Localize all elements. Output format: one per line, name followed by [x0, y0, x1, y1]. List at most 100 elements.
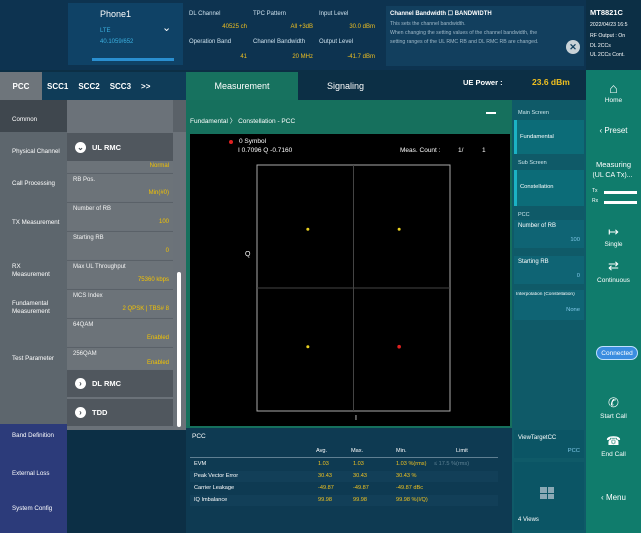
- rb-pos-row[interactable]: RB Pos. Min(#0): [67, 173, 173, 201]
- row-max: 1.03: [353, 461, 364, 467]
- menu-label: Menu: [605, 493, 626, 502]
- sub-screen-label: Sub Screen: [518, 160, 547, 166]
- sub-screen-button[interactable]: Constellation: [514, 170, 584, 206]
- meas-count-label: Meas. Count :: [400, 147, 441, 154]
- i-axis-label: I: [355, 415, 357, 422]
- nav-external-loss[interactable]: External Loss: [0, 470, 58, 478]
- qam256-row[interactable]: 256QAM Enabled: [67, 347, 173, 369]
- symbol-label: 0 Symbol: [239, 138, 267, 145]
- single-icon[interactable]: ↦: [586, 224, 641, 240]
- close-icon[interactable]: ✕: [566, 40, 580, 54]
- rb-pos-value: Min(#0): [148, 190, 169, 196]
- qam64-value: Enabled: [146, 335, 169, 341]
- minimize-icon[interactable]: [486, 112, 496, 114]
- main-screen-label: Main Screen: [518, 110, 549, 116]
- right-start-rb[interactable]: Starting RB 0: [514, 256, 584, 284]
- measuring-status: Measuring: [595, 160, 632, 169]
- nav-fundamental-measurement[interactable]: Fundamental Measurement: [0, 300, 60, 316]
- view-target-cc[interactable]: ViewTargetCC PCC: [514, 430, 584, 458]
- tab-signaling[interactable]: Signaling: [298, 72, 393, 100]
- chevron-down-icon: ⌄: [162, 22, 172, 34]
- nav-rx-measurement[interactable]: RX Measurement: [0, 263, 60, 279]
- tpc-pattern-value[interactable]: All +3dB: [253, 24, 313, 30]
- table-section-title: PCC: [192, 433, 206, 440]
- operation-band-value[interactable]: 41: [189, 54, 247, 60]
- max-ul-label: Max UL Throughput: [73, 264, 126, 270]
- home-button[interactable]: Home: [586, 97, 641, 104]
- input-level-value[interactable]: 30.0 dBm: [319, 24, 375, 30]
- dl-rmc-section[interactable]: › DL RMC: [67, 370, 173, 397]
- tab-scc2[interactable]: SCC2: [73, 72, 104, 100]
- ul-rmc-row[interactable]: Normal: [67, 161, 173, 172]
- dl-channel-value[interactable]: 40525 ch: [189, 24, 247, 30]
- panel-scroll-track[interactable]: [173, 132, 186, 430]
- phone-selector[interactable]: Phone1 LTE 40.1059/652 ⌄: [68, 3, 183, 65]
- preset-button[interactable]: ‹ Preset: [586, 126, 641, 135]
- nav-tx-measurement[interactable]: TX Measurement: [0, 219, 60, 227]
- right-start-rb-value: 0: [576, 273, 580, 279]
- continuous-button[interactable]: Continuous: [586, 277, 641, 284]
- right-start-rb-label: Starting RB: [518, 259, 549, 265]
- num-rb-row[interactable]: Number of RB 100: [67, 202, 173, 230]
- main-screen-button[interactable]: Fundamental: [514, 120, 584, 154]
- q-axis-label: Q: [245, 251, 251, 258]
- nav-test-parameter[interactable]: Test Parameter: [0, 355, 58, 363]
- connected-badge: Connected: [596, 346, 638, 360]
- tab-more[interactable]: >>: [136, 72, 155, 100]
- meas-count-total: 1: [482, 147, 486, 154]
- row-min: 30.43 %: [396, 473, 417, 479]
- row-min: -49.87 dBc: [396, 485, 424, 491]
- mcs-row[interactable]: MCS Index 2 QPSK | TBS# 8: [67, 289, 173, 317]
- single-button[interactable]: Single: [586, 241, 641, 248]
- operation-band-label: Operation Band: [189, 39, 232, 45]
- tab-scc1[interactable]: SCC1: [42, 72, 73, 100]
- ue-power-value: 23.6 dBm: [532, 77, 570, 87]
- measuring-sub: (UL CA Tx)...: [592, 172, 633, 179]
- help-tooltip: Channel Bandwidth ☐ BANDWIDTH This sets …: [386, 6, 584, 66]
- breadcrumb-fundamental[interactable]: Fundamental: [190, 118, 228, 125]
- grid-icon: [540, 487, 554, 499]
- preset-label: Preset: [604, 126, 628, 135]
- breadcrumb-constellation: Constellation - PCC: [238, 118, 296, 125]
- views-button[interactable]: 4 Views: [514, 462, 584, 530]
- phone-icon[interactable]: ✆: [586, 395, 641, 411]
- end-call-button[interactable]: End Call: [586, 451, 641, 458]
- end-call-icon[interactable]: ☎: [586, 434, 641, 448]
- qam64-row[interactable]: 64QAM Enabled: [67, 318, 173, 346]
- nav-band-definition[interactable]: Band Definition: [0, 432, 58, 440]
- marker-point: [397, 344, 401, 349]
- device-info: MT8821C 2022/04/23 16:5 RF Output : On D…: [586, 0, 641, 70]
- view-target-value: PCC: [567, 448, 580, 454]
- channel-bandwidth-value[interactable]: 20 MHz: [253, 54, 313, 60]
- dl-channel-label: DL Channel: [189, 11, 221, 17]
- tdd-section[interactable]: › TDD: [67, 399, 173, 426]
- home-icon[interactable]: ⌂: [586, 80, 641, 96]
- row-max: -49.87: [353, 485, 369, 491]
- rb-pos-label: RB Pos.: [73, 177, 96, 183]
- start-rb-row[interactable]: Starting RB 0: [67, 231, 173, 259]
- ul-ccs: UL 2CCs Cont.: [590, 52, 625, 58]
- output-level-label: Output Level: [319, 39, 354, 45]
- tab-scc3[interactable]: SCC3: [105, 72, 136, 100]
- nav-system-config[interactable]: System Config: [0, 505, 58, 513]
- right-num-rb[interactable]: Number of RB 100: [514, 220, 584, 248]
- output-level-value[interactable]: -41.7 dBm: [319, 54, 375, 60]
- nav-common[interactable]: Common: [0, 116, 67, 124]
- pcc-label: PCC: [518, 212, 530, 218]
- qam256-label: 256QAM: [73, 351, 97, 357]
- ul-rmc-section[interactable]: ⌄ UL RMC: [67, 133, 173, 161]
- menu-button[interactable]: ‹ Menu: [586, 493, 641, 502]
- qam64-label: 64QAM: [73, 322, 94, 328]
- nav-physical-channel[interactable]: Physical Channel: [0, 148, 60, 156]
- tab-measurement[interactable]: Measurement: [186, 72, 298, 100]
- header-max: Max.: [351, 448, 364, 454]
- tx-label: Tx: [592, 188, 598, 194]
- panel-scrollbar[interactable]: [177, 272, 181, 427]
- continuous-icon[interactable]: ⇄: [586, 258, 641, 274]
- device-model: MT8821C: [590, 8, 623, 17]
- tab-pcc[interactable]: PCC: [0, 72, 42, 100]
- right-interpolation[interactable]: Interpolation (Constellation) None: [514, 290, 584, 320]
- start-call-button[interactable]: Start Call: [586, 413, 641, 420]
- row-avg: -49.87: [318, 485, 334, 491]
- nav-call-processing[interactable]: Call Processing: [0, 180, 60, 188]
